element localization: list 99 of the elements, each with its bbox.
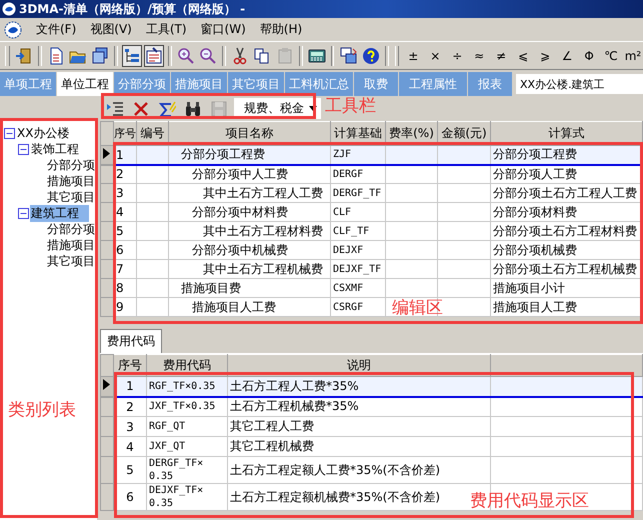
app-logo-icon xyxy=(2,2,16,16)
current-row-icon xyxy=(103,379,110,390)
app-logo-icon[interactable] xyxy=(4,20,22,38)
table-cell: RGF_QT xyxy=(146,416,228,436)
table-cell: 土石方工程机械费*35% xyxy=(228,396,490,416)
tree-item[interactable]: 措施项目 xyxy=(46,236,96,254)
table-row[interactable]: 8 措施项目费 CSXMF 措施项目小计 xyxy=(100,278,642,298)
table-cell: DEJXF_TF× 0.35 xyxy=(146,484,228,510)
table-cell: RGF_TF×0.35 xyxy=(146,376,228,396)
collapse-icon[interactable] xyxy=(18,208,29,218)
toolbar-windows-button[interactable] xyxy=(338,44,359,66)
table-cell: 其它工程人工费 xyxy=(228,416,490,436)
symbol-button[interactable]: m² xyxy=(623,48,643,62)
table-cell: 8 xyxy=(114,278,136,298)
table-cell: 3 xyxy=(114,184,136,202)
table-cell: CLF xyxy=(330,202,386,222)
table-cell: 措施项目人工费 xyxy=(168,298,330,316)
symbol-button[interactable]: ÷ xyxy=(447,48,468,62)
table-row[interactable]: 3 RGF_QT 其它工程人工费 xyxy=(100,416,642,436)
symbol-button[interactable]: ≠ xyxy=(491,48,512,62)
table-cell: 分部分项土石方工程机械费 xyxy=(490,260,642,278)
table-cell: DERGF_TF× 0.35 xyxy=(146,456,228,484)
table-cell: CLF_TF xyxy=(330,222,386,240)
table-row[interactable]: 1 RGF_TF×0.35 土石方工程人工费*35% xyxy=(100,376,642,396)
table-row[interactable]: 4 分部分项中材料费 CLF 分部分项材料费 xyxy=(100,202,642,222)
table-cell: 2 xyxy=(114,164,136,184)
table-row[interactable]: 2 分部分项中人工费 DERGF 分部分项人工费 xyxy=(100,164,642,184)
table-row[interactable]: 6 分部分项中机械费 DEJXF 分部分项机械费 xyxy=(100,240,642,260)
project-name-field[interactable]: XX办公楼.建筑工 xyxy=(516,74,643,94)
table-cell: CSRGF xyxy=(330,298,386,316)
menu-item[interactable]: 帮助(H) xyxy=(260,21,302,38)
table-cell: 其中土石方工程材料费 xyxy=(168,222,330,240)
table-cell: 措施项目费 xyxy=(168,278,330,298)
menu-item[interactable]: 窗口(W) xyxy=(200,21,246,38)
table-row[interactable]: 7 其中土石方工程机械费 DEJXF_TF 分部分项土石方工程机械费 xyxy=(100,260,642,278)
table-cell: 9 xyxy=(114,298,136,316)
annotation-label: 工具栏 xyxy=(325,95,376,117)
menu-item[interactable]: 文件(F) xyxy=(36,21,76,38)
tree-item[interactable]: 措施项目 xyxy=(46,172,96,190)
module-tab[interactable]: 单位工程 xyxy=(57,72,113,96)
table-cell: 分部分项土石方工程人工费 xyxy=(490,184,642,202)
annotation-label: 费用代码显示区 xyxy=(470,490,589,512)
table-row[interactable]: 4 JXF_QT 其它工程机械费 xyxy=(100,436,642,456)
table-cell: 分部分项土石方工程材料费 xyxy=(490,222,642,240)
tree-item[interactable]: 其它项目 xyxy=(46,252,96,270)
window-title: 3DMA-清单（网络版）/预算（网络版） - xyxy=(19,0,246,18)
tree-item[interactable]: 分部分项 xyxy=(46,156,96,174)
table-cell: 分部分项中人工费 xyxy=(168,164,330,184)
table-row[interactable]: 5 其中土石方工程材料费 CLF_TF 分部分项土石方工程材料费 xyxy=(100,222,642,240)
symbol-button[interactable]: × xyxy=(425,48,446,62)
table-cell: DERGF_TF xyxy=(330,184,386,202)
table-cell: CSXMF xyxy=(330,278,386,298)
menu-item[interactable]: 工具(T) xyxy=(146,21,187,38)
symbol-button[interactable]: ⩾ xyxy=(535,48,556,62)
table-cell: 分部分项中材料费 xyxy=(168,202,330,222)
table-cell: 土石方工程人工费*35% xyxy=(228,376,490,396)
table-cell: 其中土石方工程人工费 xyxy=(168,184,330,202)
table-cell: 4 xyxy=(114,202,136,222)
tree-item[interactable]: XX办公楼 xyxy=(16,124,70,142)
caret-icon xyxy=(309,106,317,111)
collapse-icon[interactable] xyxy=(4,128,15,138)
table-cell: 分部分项中机械费 xyxy=(168,240,330,260)
table-cell: DEJXF_TF xyxy=(330,260,386,278)
table-cell: 7 xyxy=(114,260,136,278)
symbol-button[interactable]: ± xyxy=(403,48,424,62)
fee-code-tab[interactable]: 费用代码 xyxy=(100,329,162,353)
symbol-button[interactable]: ⩽ xyxy=(513,48,534,62)
collapse-icon[interactable] xyxy=(18,144,29,154)
symbol-button[interactable]: ℃ xyxy=(601,48,621,62)
menu-item[interactable]: 视图(V) xyxy=(90,21,132,38)
table-cell: DERGF xyxy=(330,164,386,184)
table-cell: 其中土石方工程机械费 xyxy=(168,260,330,278)
symbol-button[interactable]: ≈ xyxy=(469,48,490,62)
table-row[interactable]: 2 JXF_TF×0.35 土石方工程机械费*35% xyxy=(100,396,642,416)
table-cell: JXF_TF×0.35 xyxy=(146,396,228,416)
table-cell: 其它工程机械费 xyxy=(228,436,490,456)
table-row[interactable]: 5 DERGF_TF× 0.35 土石方工程定额人工费*35%(不含价差) xyxy=(100,456,642,484)
toolbar-windows-button[interactable] xyxy=(90,44,110,66)
table-cell: 6 xyxy=(114,240,136,260)
table-cell: 土石方工程定额人工费*35%(不含价差) xyxy=(228,456,490,484)
table-cell: 分部分项工程费 xyxy=(168,146,330,164)
current-row-icon xyxy=(103,148,110,159)
table-cell: 5 xyxy=(114,222,136,240)
table-cell: DEJXF xyxy=(330,240,386,260)
tree-item[interactable]: 其它项目 xyxy=(46,188,96,206)
annotation-label: 编辑区 xyxy=(392,297,443,319)
table-row[interactable]: 1 分部分项工程费 ZJF 分部分项工程费 xyxy=(100,146,642,164)
symbol-button[interactable]: ∠ xyxy=(557,48,578,62)
toolbar-tree-view-button[interactable] xyxy=(122,44,142,66)
symbol-button[interactable]: Φ xyxy=(579,48,600,62)
table-cell: JXF_QT xyxy=(146,436,228,456)
table-row[interactable]: 3 其中土石方工程人工费 DERGF_TF 分部分项土石方工程人工费 xyxy=(100,184,642,202)
tree-item[interactable]: 建筑工程 xyxy=(30,204,89,222)
table-cell: 分部分项工程费 xyxy=(490,146,642,164)
toolbar-form-button[interactable] xyxy=(144,44,164,66)
table-cell: ZJF xyxy=(330,146,386,164)
tree-item[interactable]: 装饰工程 xyxy=(30,140,80,158)
tree-item[interactable]: 分部分项 xyxy=(46,220,96,238)
annotation-label: 类别列表 xyxy=(8,399,76,421)
